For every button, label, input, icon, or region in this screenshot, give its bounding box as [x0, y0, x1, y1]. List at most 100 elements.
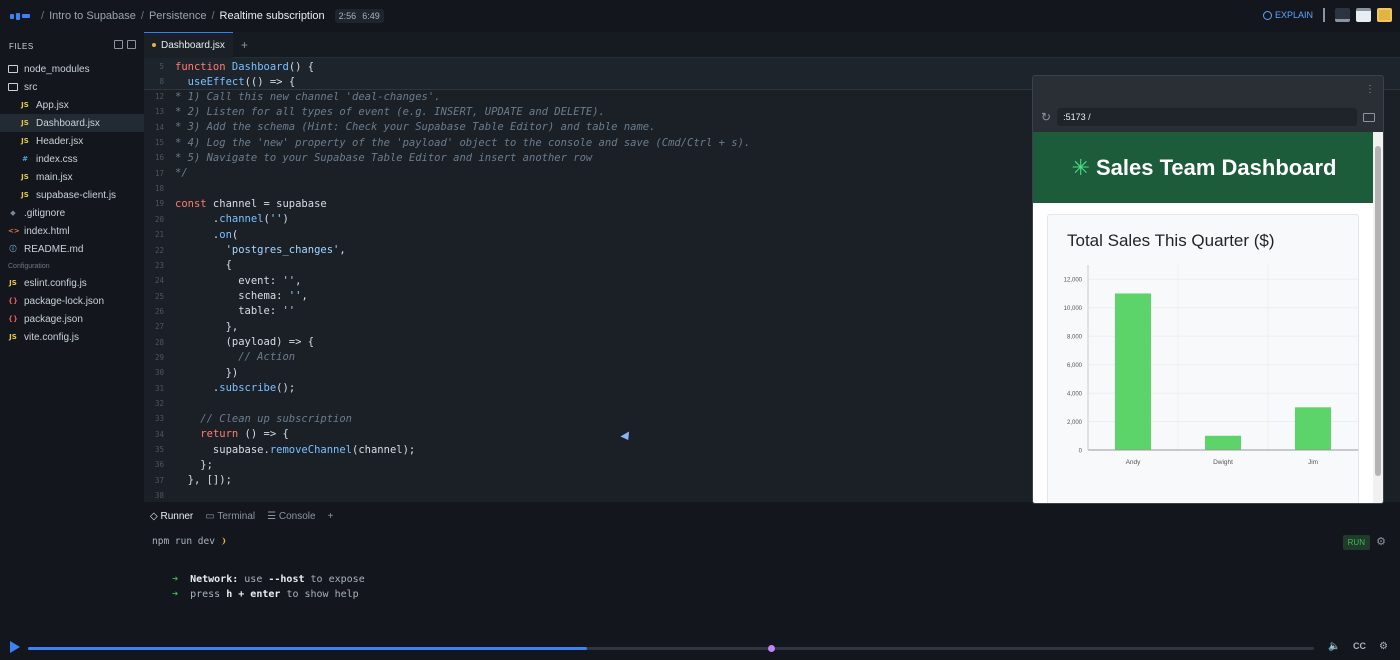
file-name: Dashboard.jsx	[36, 117, 100, 129]
file-item[interactable]: ⓘ README.md	[0, 240, 144, 258]
explain-button[interactable]: EXPLAIN	[1262, 10, 1313, 20]
unsaved-dot-icon	[152, 43, 156, 47]
y-tick-label: 8,000	[1067, 335, 1083, 341]
js-file-icon: JS	[21, 101, 29, 109]
code-line: 38	[154, 491, 164, 501]
breadcrumb-separator: /	[211, 10, 215, 22]
new-folder-icon[interactable]	[127, 40, 136, 49]
sticky-code-line: 8 useEffect(() => {	[159, 75, 296, 88]
x-tick-label: Jim	[1308, 459, 1318, 466]
progress-track[interactable]	[28, 645, 1314, 652]
markdown-file-icon: ⓘ	[9, 245, 17, 253]
json-file-icon: {}	[8, 297, 18, 305]
logo-icon	[10, 12, 36, 20]
breadcrumb-section[interactable]: Persistence	[149, 10, 206, 22]
tab-runner[interactable]: ◇ Runner	[150, 511, 193, 522]
code-line: 16 * 5) Navigate to your Supabase Table E…	[154, 151, 593, 164]
file-item[interactable]: JS main.jsx	[0, 168, 144, 186]
file-name: supabase-client.js	[36, 189, 117, 201]
settings-gear-icon[interactable]: ⚙	[1376, 535, 1386, 548]
code-line: 15 * 4) Log the 'new' property of the 'pa…	[154, 136, 751, 149]
file-item[interactable]: ◆ .gitignore	[0, 204, 144, 222]
reload-icon[interactable]: ↻	[1041, 110, 1051, 124]
file-name: node_modules	[24, 63, 90, 75]
file-name: vite.config.js	[24, 331, 80, 343]
file-item[interactable]: JS Dashboard.jsx	[0, 114, 144, 132]
file-item[interactable]: {} package.json	[0, 310, 144, 328]
tab-console[interactable]: ☰ Console	[267, 511, 315, 522]
file-item[interactable]: # index.css	[0, 150, 144, 168]
editor-tab-bar: Dashboard.jsx +	[144, 31, 1400, 58]
file-name: .gitignore	[24, 207, 66, 219]
top-right-controls: EXPLAIN	[1262, 8, 1392, 22]
file-name: eslint.config.js	[24, 277, 87, 289]
file-item[interactable]: {} package-lock.json	[0, 292, 144, 310]
app-window: / Intro to Supabase / Persistence / Real…	[0, 0, 1400, 660]
config-section-label: Configuration	[8, 262, 50, 270]
play-icon[interactable]	[10, 641, 20, 653]
run-command: npm run dev ❩	[152, 536, 227, 547]
file-item[interactable]: JS vite.config.js	[0, 328, 144, 346]
html-file-icon: <>	[8, 227, 20, 235]
json-file-icon: {}	[8, 315, 18, 323]
y-tick-label: 0	[1079, 449, 1083, 455]
tab-label: Dashboard.jsx	[161, 39, 225, 51]
chapter-marker[interactable]	[768, 645, 775, 652]
layout-bottom-icon[interactable]	[1335, 8, 1350, 22]
file-explorer: FILES node_modules src JS App.jsx JS Dashboar…	[0, 32, 144, 635]
file-name: package.json	[24, 313, 83, 325]
panel-tabs: ◇ Runner ▭ Terminal ☰ Console +	[144, 504, 1400, 528]
file-name: Header.jsx	[36, 135, 84, 147]
js-file-icon: JS	[9, 279, 17, 287]
explain-label: EXPLAIN	[1274, 10, 1313, 20]
x-tick-label: Dwight	[1213, 459, 1233, 466]
file-name: package-lock.json	[24, 295, 105, 307]
preview-scrollbar[interactable]	[1373, 132, 1383, 503]
add-tab-icon[interactable]: +	[241, 38, 248, 52]
file-item[interactable]: JS supabase-client.js	[0, 186, 144, 204]
add-panel-icon[interactable]: +	[328, 511, 334, 522]
file-item[interactable]: node_modules	[0, 60, 144, 78]
y-tick-label: 2,000	[1067, 420, 1083, 426]
file-item[interactable]: JS App.jsx	[0, 96, 144, 114]
file-name: App.jsx	[36, 99, 69, 111]
time-total: 6:49	[362, 11, 380, 21]
file-item[interactable]: JS Header.jsx	[0, 132, 144, 150]
code-line: 14 * 3) Add the schema (Hint: Check your …	[154, 121, 656, 134]
file-name: src	[24, 81, 38, 93]
screenshot-icon[interactable]	[1363, 112, 1375, 122]
file-name: main.jsx	[36, 171, 73, 183]
volume-icon[interactable]: 🔈	[1328, 641, 1340, 652]
code-line: 30 })	[154, 366, 239, 379]
code-line: 27 },	[154, 320, 239, 333]
file-item[interactable]: JS eslint.config.js	[0, 274, 144, 292]
y-tick-label: 10,000	[1064, 306, 1083, 312]
file-item[interactable]: src	[0, 78, 144, 96]
y-tick-label: 6,000	[1067, 363, 1083, 369]
folder-icon	[8, 65, 18, 73]
code-line: 32	[154, 399, 164, 408]
config-file-tree: JS eslint.config.js {} package-lock.json {} p…	[0, 274, 144, 346]
card-title: Total Sales This Quarter ($)	[1067, 231, 1275, 250]
layout-preview-icon[interactable]	[1377, 8, 1392, 22]
file-name: index.html	[24, 225, 70, 237]
tab-terminal[interactable]: ▭ Terminal	[205, 511, 255, 522]
preview-page: ✳ Sales Team Dashboard Total Sales This …	[1033, 132, 1375, 503]
browser-menu-icon[interactable]: ⋮	[1365, 84, 1375, 95]
run-button[interactable]: RUN	[1342, 535, 1370, 550]
file-item[interactable]: <> index.html	[0, 222, 144, 240]
breadcrumb-course[interactable]: Intro to Supabase	[49, 10, 136, 22]
code-line: 18	[154, 184, 164, 194]
player-settings-icon[interactable]: ⚙	[1379, 641, 1388, 652]
code-line: 35 supabase.removeChannel(channel);	[154, 443, 416, 456]
breadcrumb-separator: /	[140, 10, 144, 22]
tab-dashboard-jsx[interactable]: Dashboard.jsx	[144, 31, 233, 58]
progress-fill	[28, 647, 588, 650]
new-file-icon[interactable]	[114, 40, 123, 49]
code-line: 26 table: ''	[154, 305, 296, 318]
folder-icon	[8, 83, 18, 91]
url-bar[interactable]: :5173 /	[1057, 108, 1357, 126]
captions-button[interactable]: CC	[1353, 641, 1366, 651]
layout-split-icon[interactable]	[1356, 8, 1371, 22]
js-file-icon: JS	[9, 333, 17, 341]
